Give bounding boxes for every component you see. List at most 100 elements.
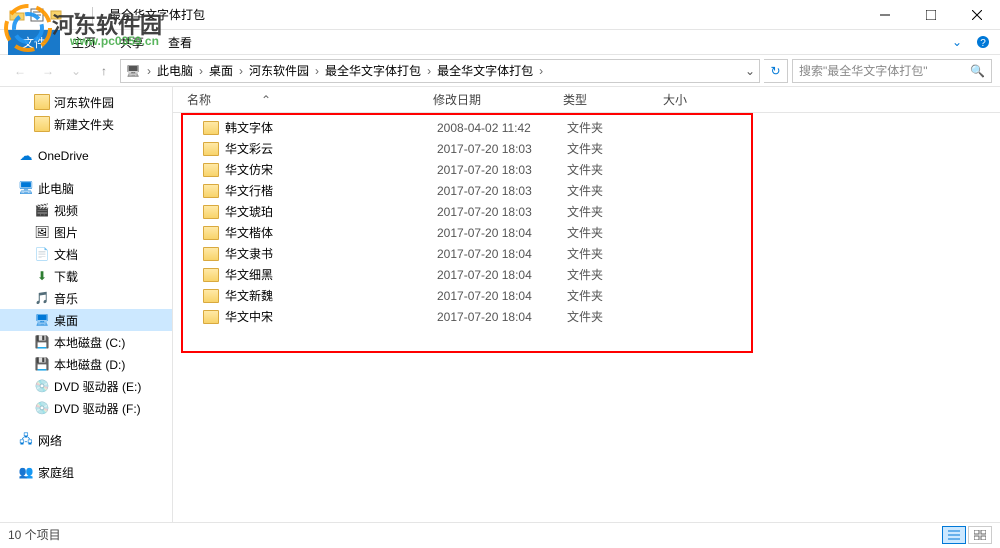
file-name: 华文仿宋 [225,161,437,178]
details-view-button[interactable] [942,526,966,544]
file-name: 华文中宋 [225,308,437,325]
icons-view-button[interactable] [968,526,992,544]
minimize-button[interactable] [862,0,908,30]
file-type: 文件夹 [567,182,667,199]
tab-home[interactable]: 主页 [60,30,108,55]
expand-ribbon-icon[interactable]: ⌄ [952,35,962,49]
file-list[interactable]: 韩文字体2008-04-02 11:42文件夹华文彩云2017-07-20 18… [173,113,1000,522]
search-box[interactable]: 🔍 [792,59,992,83]
file-date: 2017-07-20 18:03 [437,184,567,198]
breadcrumb-item[interactable]: 此电脑 [153,62,197,79]
sidebar-item[interactable]: 💿DVD 驱动器 (E:) [0,375,172,397]
search-icon[interactable]: 🔍 [970,64,985,78]
tab-file[interactable]: 文件 [8,30,60,55]
sidebar-item[interactable]: 📄文档 [0,243,172,265]
refresh-button[interactable]: ↻ [764,59,788,83]
file-date: 2017-07-20 18:04 [437,226,567,240]
chevron-right-icon[interactable]: › [145,64,153,78]
close-button[interactable] [954,0,1000,30]
file-row[interactable]: 华文彩云2017-07-20 18:03文件夹 [173,138,1000,159]
breadcrumb-item[interactable]: 河东软件园 [245,62,313,79]
tab-view[interactable]: 查看 [156,30,204,55]
file-name: 华文彩云 [225,140,437,157]
tab-share[interactable]: 共享 [108,30,156,55]
sidebar-item[interactable]: ⬇下载 [0,265,172,287]
qat-dropdown-icon[interactable]: ▾ [68,6,86,24]
column-type[interactable]: 类型 [563,91,663,108]
sidebar-item[interactable]: 🖧网络 [0,429,172,451]
file-row[interactable]: 韩文字体2008-04-02 11:42文件夹 [173,117,1000,138]
chevron-right-icon[interactable]: › [237,64,245,78]
sidebar-item-label: 新建文件夹 [54,116,114,133]
file-type: 文件夹 [567,140,667,157]
sidebar-item[interactable]: 💿DVD 驱动器 (F:) [0,397,172,419]
sidebar-item-label: DVD 驱动器 (E:) [54,378,141,395]
chevron-right-icon[interactable]: › [425,64,433,78]
up-button[interactable]: ↑ [92,59,116,83]
sidebar-item[interactable]: 🖥桌面 [0,309,172,331]
file-row[interactable]: 华文中宋2017-07-20 18:04文件夹 [173,306,1000,327]
navigation-pane[interactable]: 河东软件园新建文件夹 ☁OneDrive 🖥此电脑🎬视频🖼图片📄文档⬇下载🎵音乐🖥桌… [0,87,173,522]
sidebar-item[interactable]: 💾本地磁盘 (C:) [0,331,172,353]
folder-icon [203,226,219,240]
new-folder-icon[interactable] [48,6,66,24]
file-date: 2017-07-20 18:04 [437,310,567,324]
sidebar-item[interactable]: 🎵音乐 [0,287,172,309]
sidebar-item[interactable]: 🖼图片 [0,221,172,243]
forward-button[interactable]: → [36,59,60,83]
column-date[interactable]: 修改日期 [433,91,563,108]
file-date: 2017-07-20 18:03 [437,163,567,177]
breadcrumb-item[interactable]: 桌面 [205,62,237,79]
file-view: 名称⌃ 修改日期 类型 大小 韩文字体2008-04-02 11:42文件夹华文… [173,87,1000,522]
sidebar-item[interactable]: 河东软件园 [0,91,172,113]
file-type: 文件夹 [567,161,667,178]
file-row[interactable]: 华文琥珀2017-07-20 18:03文件夹 [173,201,1000,222]
search-input[interactable] [799,64,970,78]
back-button[interactable]: ← [8,59,32,83]
sidebar-item-label: 桌面 [54,312,78,329]
recent-dropdown[interactable]: ⌄ [64,59,88,83]
breadcrumb-item[interactable]: 最全华文字体打包 [321,62,425,79]
address-bar: ← → ⌄ ↑ 🖥 › 此电脑 › 桌面 › 河东软件园 › 最全华文字体打包 … [0,55,1000,87]
sidebar-item[interactable]: 💾本地磁盘 (D:) [0,353,172,375]
sidebar-item[interactable]: 🎬视频 [0,199,172,221]
window-title: 最全华文字体打包 [99,6,205,23]
ribbon: 文件 主页 共享 查看 ⌄ ? [0,30,1000,55]
sidebar-item[interactable]: 👥家庭组 [0,461,172,483]
sidebar-item[interactable]: ☁OneDrive [0,145,172,167]
sidebar-item[interactable]: 🖥此电脑 [0,177,172,199]
sidebar-item-label: 本地磁盘 (D:) [54,356,125,373]
chevron-right-icon[interactable]: › [313,64,321,78]
folder-icon [203,142,219,156]
file-row[interactable]: 华文细黑2017-07-20 18:04文件夹 [173,264,1000,285]
column-size[interactable]: 大小 [663,91,743,108]
file-name: 华文细黑 [225,266,437,283]
folder-icon [8,6,26,24]
file-row[interactable]: 华文行楷2017-07-20 18:03文件夹 [173,180,1000,201]
file-type: 文件夹 [567,287,667,304]
file-row[interactable]: 华文仿宋2017-07-20 18:03文件夹 [173,159,1000,180]
help-icon[interactable]: ? [976,35,990,49]
sidebar-item[interactable]: 新建文件夹 [0,113,172,135]
column-name[interactable]: 名称⌃ [183,91,433,108]
sidebar-item-label: DVD 驱动器 (F:) [54,400,141,417]
file-type: 文件夹 [567,245,667,262]
file-row[interactable]: 华文新魏2017-07-20 18:04文件夹 [173,285,1000,306]
file-date: 2017-07-20 18:03 [437,205,567,219]
breadcrumb-item[interactable]: 最全华文字体打包 [433,62,537,79]
address-dropdown-icon[interactable]: ⌄ [745,64,755,78]
file-name: 华文琥珀 [225,203,437,220]
folder-icon [203,121,219,135]
breadcrumb[interactable]: 🖥 › 此电脑 › 桌面 › 河东软件园 › 最全华文字体打包 › 最全华文字体… [120,59,760,83]
chevron-right-icon[interactable]: › [537,64,545,78]
file-row[interactable]: 华文隶书2017-07-20 18:04文件夹 [173,243,1000,264]
folder-icon [203,310,219,324]
sidebar-item-label: 网络 [38,432,62,449]
file-row[interactable]: 华文楷体2017-07-20 18:04文件夹 [173,222,1000,243]
folder-icon [203,184,219,198]
chevron-right-icon[interactable]: › [197,64,205,78]
properties-icon[interactable] [28,6,46,24]
status-bar: 10 个项目 [0,522,1000,546]
maximize-button[interactable] [908,0,954,30]
file-type: 文件夹 [567,119,667,136]
